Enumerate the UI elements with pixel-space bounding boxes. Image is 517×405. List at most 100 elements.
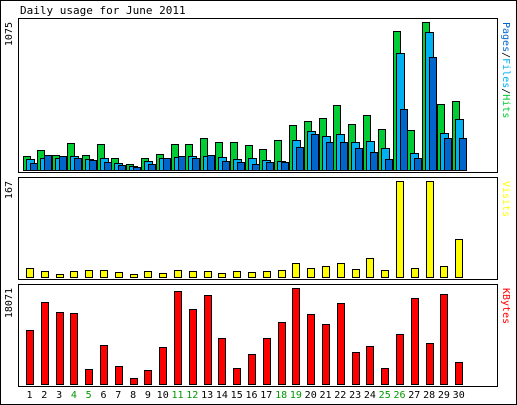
bar-visits-day-10 [159, 273, 167, 278]
bar-pages-day-9 [148, 164, 156, 171]
x-tick-label-day-4: 4 [71, 390, 77, 401]
bar-pages-day-4 [74, 158, 82, 171]
bar-visits-day-27 [411, 268, 419, 278]
x-tick-label-day-21: 21 [319, 390, 331, 401]
bar-pages-day-19 [296, 147, 304, 171]
x-tick-label-day-18: 18 [275, 390, 287, 401]
bar-kbytes-day-25 [381, 368, 389, 385]
bar-kbytes-day-16 [248, 354, 256, 385]
bar-kbytes-day-27 [411, 298, 419, 385]
x-tick-label-day-10: 10 [157, 390, 169, 401]
bar-kbytes-day-7 [115, 366, 123, 385]
bar-kbytes-day-2 [41, 302, 49, 385]
bar-kbytes-day-20 [307, 314, 315, 385]
bar-kbytes-day-28 [426, 343, 434, 385]
x-tick-label-day-12: 12 [186, 390, 198, 401]
bar-pages-day-10 [163, 158, 171, 171]
bar-pages-day-22 [340, 142, 348, 171]
bar-pages-day-16 [252, 164, 260, 171]
bar-kbytes-day-6 [100, 345, 108, 385]
bar-pages-day-23 [355, 148, 363, 171]
x-tick-label-day-15: 15 [231, 390, 243, 401]
x-tick-label-day-26: 26 [393, 390, 405, 401]
bar-visits-day-26 [396, 181, 404, 278]
bar-visits-day-20 [307, 268, 315, 278]
bar-visits-day-13 [204, 271, 212, 278]
bar-visits-day-15 [233, 271, 241, 278]
x-tick-label-day-14: 14 [216, 390, 228, 401]
x-tick-label-day-28: 28 [423, 390, 435, 401]
bar-pages-day-2 [44, 155, 52, 171]
bar-visits-day-5 [85, 270, 93, 278]
bar-pages-day-8 [133, 167, 141, 171]
panel-frame-visits [18, 177, 498, 280]
bar-visits-day-6 [100, 270, 108, 278]
bar-pages-day-30 [459, 138, 467, 171]
x-tick-label-day-19: 19 [290, 390, 302, 401]
bar-visits-day-11 [174, 270, 182, 278]
x-tick-label-day-7: 7 [115, 390, 121, 401]
x-tick-label-day-2: 2 [41, 390, 47, 401]
bar-pages-day-28 [429, 57, 437, 171]
bar-visits-day-23 [352, 269, 360, 278]
ymax-label-kbytes: 18071 [4, 288, 15, 318]
bar-pages-day-5 [89, 160, 97, 171]
bar-pages-day-21 [326, 142, 334, 171]
bar-visits-day-22 [337, 263, 345, 278]
bar-visits-day-9 [144, 271, 152, 278]
bar-visits-day-7 [115, 272, 123, 278]
bar-kbytes-day-23 [352, 352, 360, 385]
bar-kbytes-day-14 [218, 338, 226, 385]
bar-pages-day-26 [400, 109, 408, 171]
bar-visits-day-19 [292, 263, 300, 278]
bar-visits-day-18 [278, 270, 286, 278]
bar-kbytes-day-22 [337, 303, 345, 385]
x-tick-label-day-6: 6 [100, 390, 106, 401]
bar-visits-day-17 [263, 271, 271, 278]
x-tick-label-day-25: 25 [379, 390, 391, 401]
x-tick-label-day-11: 11 [171, 390, 183, 401]
bar-visits-day-29 [440, 266, 448, 278]
bar-visits-day-3 [56, 274, 64, 278]
bar-visits-day-4 [70, 271, 78, 278]
bar-pages-day-15 [237, 162, 245, 171]
x-tick-label-day-29: 29 [438, 390, 450, 401]
bar-visits-day-24 [366, 258, 374, 278]
legend-item-visits: Visits [500, 181, 511, 217]
x-tick-label-day-17: 17 [260, 390, 272, 401]
chart-title: Daily usage for June 2011 [20, 4, 186, 17]
legend-item-files: Files [500, 58, 511, 88]
bar-pages-day-17 [266, 162, 274, 171]
x-tick-label-day-27: 27 [408, 390, 420, 401]
bar-kbytes-day-29 [440, 294, 448, 385]
usage-chart-window: Daily usage for June 2011 1075 Pages/Files… [0, 0, 517, 405]
bar-pages-day-1 [30, 163, 38, 171]
bar-pages-day-25 [385, 159, 393, 171]
bar-kbytes-day-26 [396, 334, 404, 385]
bar-kbytes-day-8 [130, 378, 138, 385]
bar-kbytes-day-18 [278, 322, 286, 385]
legend-item-kbytes: KBytes [500, 288, 511, 324]
bar-kbytes-day-1 [26, 330, 34, 385]
x-tick-label-day-24: 24 [364, 390, 376, 401]
bar-visits-day-28 [426, 181, 434, 278]
bar-pages-day-18 [281, 162, 289, 171]
bar-kbytes-day-13 [204, 295, 212, 385]
bar-pages-day-6 [104, 162, 112, 171]
bar-visits-day-1 [26, 268, 34, 278]
ymax-label-visits: 167 [4, 181, 15, 199]
bar-kbytes-day-9 [144, 370, 152, 385]
bar-kbytes-day-19 [292, 288, 300, 385]
legend-pages-files-hits: Pages/Files/Hits [500, 22, 511, 118]
x-tick-label-day-23: 23 [349, 390, 361, 401]
legend-visits: Visits [500, 181, 511, 217]
bar-pages-day-24 [370, 152, 378, 171]
bar-visits-day-12 [189, 271, 197, 278]
x-tick-label-day-16: 16 [245, 390, 257, 401]
bar-pages-day-14 [222, 161, 230, 171]
x-tick-label-day-13: 13 [201, 390, 213, 401]
bar-kbytes-day-10 [159, 347, 167, 385]
x-tick-label-day-8: 8 [130, 390, 136, 401]
bar-kbytes-day-24 [366, 346, 374, 385]
bar-kbytes-day-21 [322, 324, 330, 385]
